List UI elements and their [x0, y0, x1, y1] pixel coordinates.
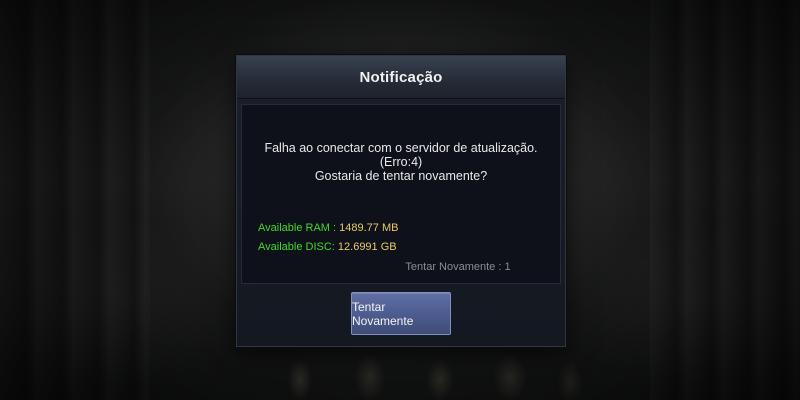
- retry-question-line: Gostaria de tentar novamente?: [314, 169, 488, 183]
- ram-value: 1489.77 MB: [339, 222, 399, 234]
- retry-button[interactable]: Tentar Novamente: [351, 292, 451, 335]
- dialog-title-bar: Notificação: [237, 56, 565, 99]
- error-message-line: Falha ao conectar com o servidor de atua…: [264, 141, 538, 155]
- error-message: Falha ao conectar com o servidor de atua…: [242, 141, 560, 183]
- dialog-title: Notificação: [359, 68, 443, 86]
- dialog-content: Falha ao conectar com o servidor de atua…: [241, 104, 561, 284]
- disc-label: Available DISC:: [258, 241, 335, 253]
- retry-count-text: Tentar Novamente : 1: [405, 261, 511, 273]
- retry-button-label: Tentar Novamente: [352, 299, 414, 328]
- ram-label: Available RAM :: [258, 222, 337, 234]
- ram-stat: Available RAM : 1489.77 MB: [258, 219, 398, 238]
- error-code-line: (Erro:4): [379, 155, 423, 169]
- retry-count: Tentar Novamente : 1: [242, 261, 560, 273]
- disc-value: 12.6991 GB: [337, 241, 397, 253]
- system-stats: Available RAM : 1489.77 MB Available DIS…: [258, 219, 398, 257]
- notification-dialog: Notificação Falha ao conectar com o serv…: [236, 55, 566, 347]
- disc-stat: Available DISC: 12.6991 GB: [258, 238, 398, 257]
